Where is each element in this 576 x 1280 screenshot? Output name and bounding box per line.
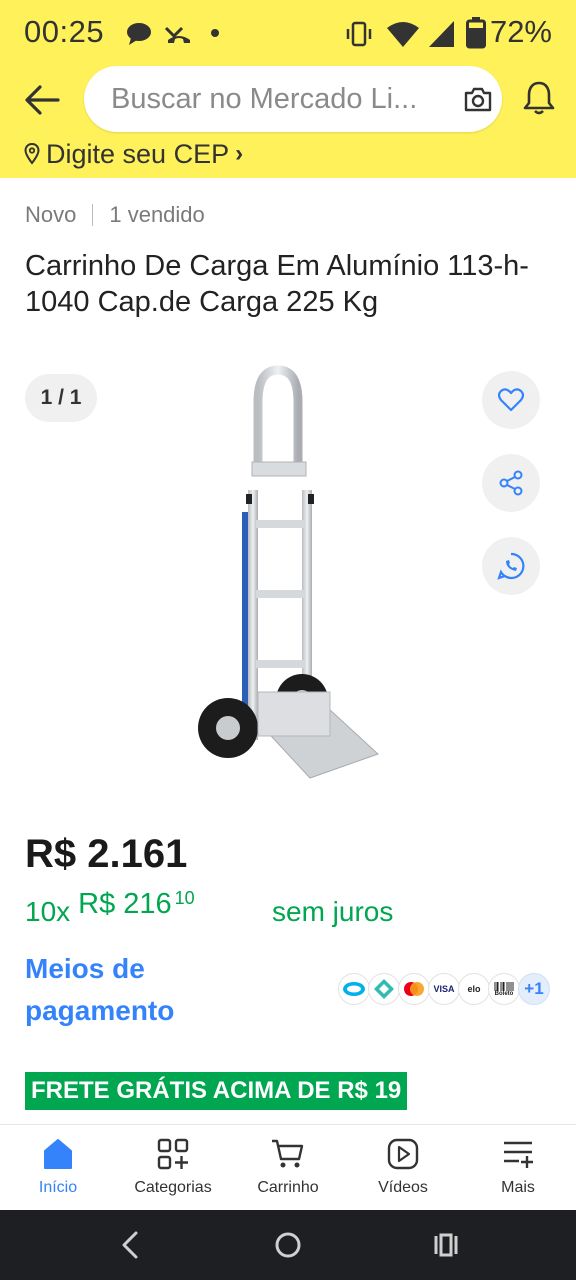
menu-plus-icon	[504, 1141, 533, 1168]
pix-icon	[368, 973, 400, 1005]
status-time: 00:25	[24, 14, 105, 49]
system-home-icon[interactable]	[272, 1228, 304, 1262]
share-button[interactable]	[482, 454, 540, 512]
payment-methods-link[interactable]: Meios de pagamento	[25, 948, 225, 1032]
installment-amount: R$ 216	[78, 888, 172, 920]
divider	[92, 204, 94, 226]
back-arrow-icon[interactable]	[22, 80, 62, 120]
nav-label: Carrinho	[257, 1179, 319, 1196]
payment-icons[interactable]: VISA elo Boleto +1	[338, 973, 550, 1005]
search-placeholder: Buscar no Mercado Li...	[111, 83, 418, 115]
battery-icon	[466, 17, 486, 49]
vibrate-icon	[346, 21, 372, 47]
home-icon	[44, 1139, 72, 1169]
cart-icon	[272, 1139, 304, 1168]
battery-percent: 72%	[489, 14, 552, 49]
cep-label: Digite seu CEP	[46, 138, 230, 169]
nav-item-categorias[interactable]: Categorias	[115, 1137, 231, 1197]
payment-more-badge: +1	[518, 973, 550, 1005]
product-title: Carrinho De Carga Em Alumínio 113-h-1040…	[25, 250, 529, 318]
nav-label: Início	[38, 1179, 78, 1196]
mercado-pago-icon	[338, 973, 370, 1005]
wifi-icon	[387, 22, 419, 47]
camera-icon[interactable]	[464, 86, 492, 112]
missed-call-icon	[164, 26, 190, 43]
app-header: 00:25 72% Buscar no Mercado Li... Digite…	[0, 0, 576, 178]
mastercard-icon	[398, 973, 430, 1005]
free-shipping-badge: FRETE GRÁTIS ACIMA DE R$ 19	[25, 1072, 408, 1110]
location-pin-icon	[24, 143, 40, 165]
bell-icon[interactable]	[522, 80, 556, 116]
nav-label: Mais	[501, 1179, 535, 1196]
installment-cents: 10	[174, 888, 195, 908]
categories-icon	[157, 1138, 189, 1170]
installments: 10x R$ 216 10	[25, 884, 195, 928]
search-bar[interactable]: Buscar no Mercado Li...	[84, 66, 502, 132]
elo-icon: elo	[458, 973, 490, 1005]
whatsapp-icon	[497, 552, 525, 580]
signal-icon	[429, 21, 454, 47]
status-bar: 00:25 72%	[0, 0, 576, 64]
chat-bubble-icon	[127, 23, 151, 45]
heart-icon	[498, 388, 524, 412]
product-meta: Novo 1 vendido	[25, 202, 205, 228]
nav-label: Categorias	[134, 1179, 212, 1196]
nav-item-videos[interactable]: Vídeos	[345, 1137, 461, 1197]
boleto-icon: Boleto	[488, 973, 520, 1005]
installments-count: 10x	[25, 896, 71, 927]
bottom-navigation: Início Categorias Carrinho Vídeos Mais	[0, 1124, 576, 1210]
chevron-right-icon: ›	[235, 140, 244, 167]
gallery-counter: 1 / 1	[25, 374, 97, 422]
boleto-label: Boleto	[494, 990, 514, 997]
nav-item-inicio[interactable]: Início	[0, 1137, 116, 1197]
video-icon	[387, 1138, 419, 1170]
share-icon	[499, 470, 523, 496]
no-interest-label: sem juros	[272, 896, 394, 927]
sold-count: 1 vendido	[109, 202, 205, 227]
favorite-button[interactable]	[482, 371, 540, 429]
nav-label: Vídeos	[378, 1179, 428, 1196]
system-recents-icon[interactable]	[432, 1228, 460, 1262]
notification-dot-icon	[211, 29, 219, 37]
nav-item-carrinho[interactable]: Carrinho	[230, 1137, 346, 1197]
system-back-icon[interactable]	[118, 1228, 142, 1262]
visa-icon: VISA	[428, 973, 460, 1005]
condition-label: Novo	[25, 202, 77, 227]
product-image[interactable]	[190, 362, 390, 790]
product-price: R$ 2.161	[25, 832, 188, 876]
nav-item-mais[interactable]: Mais	[460, 1137, 576, 1197]
whatsapp-button[interactable]	[482, 537, 540, 595]
system-navigation-bar	[0, 1210, 576, 1280]
cep-link[interactable]: Digite seu CEP ›	[24, 138, 243, 170]
